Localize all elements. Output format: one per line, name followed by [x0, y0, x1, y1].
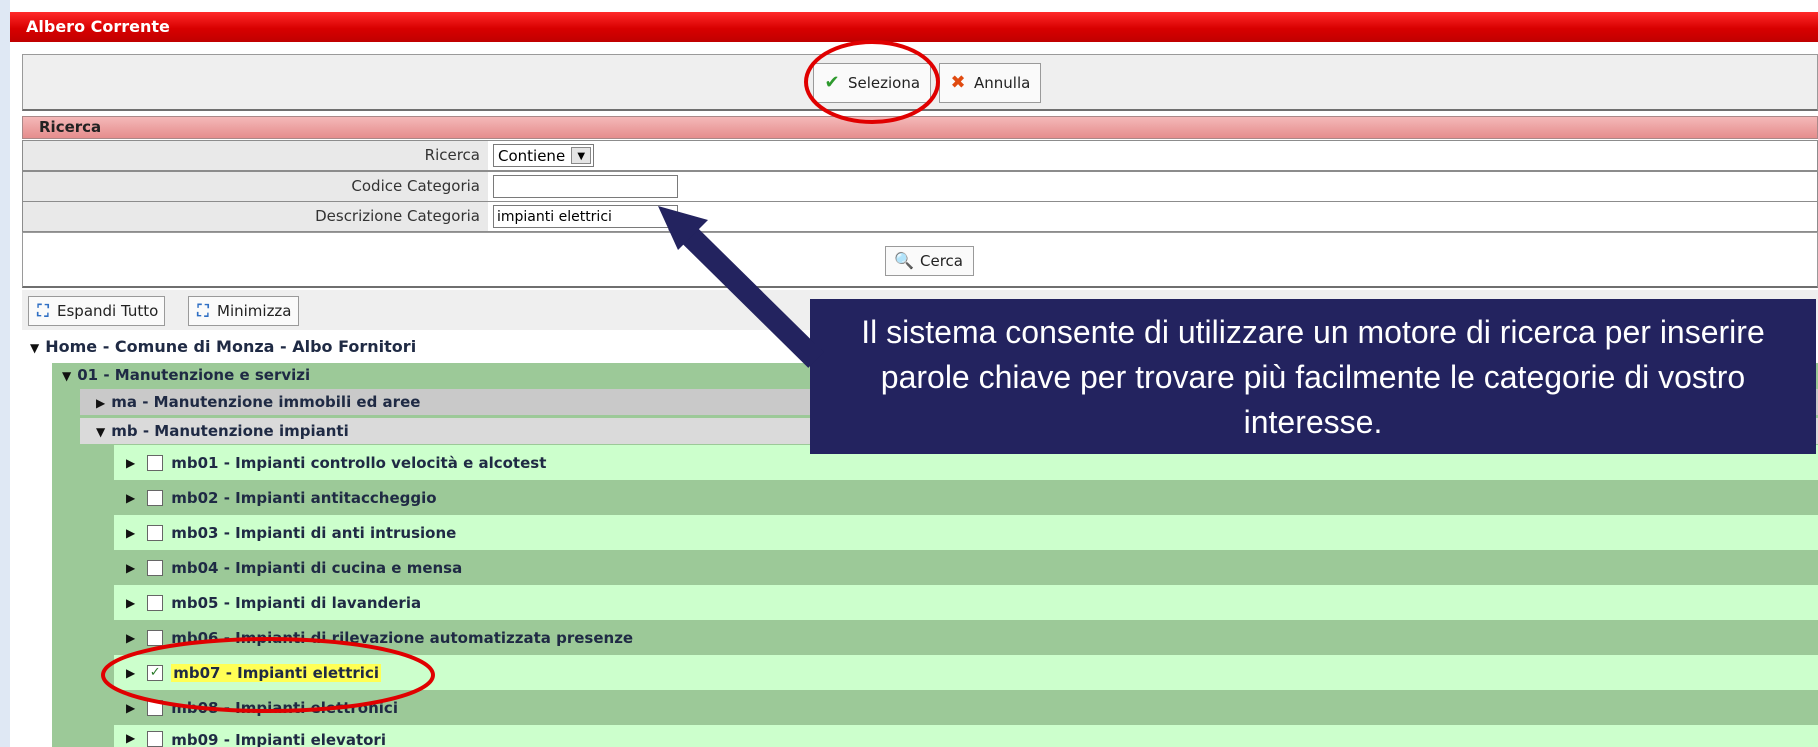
expand-all-button[interactable]: ⛶ Espandi Tutto — [28, 296, 166, 326]
tree-item-mb09[interactable]: ▶ mb09 - Impianti elevatori — [114, 725, 1818, 747]
collapse-all-label: Minimizza — [217, 302, 292, 320]
category-description-input[interactable] — [493, 205, 678, 228]
caret-right-icon[interactable]: ▶ — [126, 561, 135, 575]
window-title: Albero Corrente — [10, 12, 1818, 42]
search-section-header: Ricerca — [22, 116, 1818, 139]
checkbox[interactable] — [147, 731, 164, 747]
search-button-bar: 🔍 Cerca — [22, 232, 1818, 288]
caret-right-icon[interactable]: ▶ — [126, 631, 135, 645]
tree-level1-label: 01 - Manutenzione e servizi — [77, 366, 311, 384]
caret-down-icon[interactable]: ▼ — [62, 369, 71, 383]
checkmark-icon: ✔ — [824, 72, 840, 93]
select-button[interactable]: ✔ Seleziona — [813, 63, 932, 103]
caret-right-icon[interactable]: ▶ — [126, 701, 135, 715]
tree-item-label: mb08 - Impianti elettronici — [171, 698, 398, 717]
select-button-label: Seleziona — [848, 74, 921, 92]
tree-item-mb02[interactable]: ▶ mb02 - Impianti antitaccheggio — [114, 480, 1818, 515]
caret-down-icon[interactable]: ▼ — [30, 341, 39, 355]
search-mode-value: Contiene — [498, 146, 566, 165]
search-mode-label: Ricerca — [23, 141, 488, 170]
expand-all-label: Espandi Tutto — [57, 302, 159, 320]
explanatory-callout: Il sistema consente di utilizzare un mot… — [810, 299, 1816, 454]
caret-right-icon[interactable]: ▶ — [126, 596, 135, 610]
tree-item-label: mb06 - Impianti di rilevazione automatiz… — [171, 628, 634, 647]
checkbox[interactable] — [147, 699, 164, 716]
tree-item-mb08[interactable]: ▶ mb08 - Impianti elettronici — [114, 690, 1818, 725]
checkbox[interactable] — [147, 489, 164, 506]
checkbox[interactable] — [147, 454, 164, 471]
caret-right-icon[interactable]: ▶ — [126, 526, 135, 540]
tree-item-label: mb02 - Impianti antitaccheggio — [171, 488, 437, 507]
expand-icon: ⛶ — [37, 301, 49, 320]
tree-group-label: mb - Manutenzione impianti — [111, 422, 349, 440]
search-button-label: Cerca — [920, 252, 963, 270]
checkbox[interactable] — [147, 559, 164, 576]
caret-right-icon[interactable]: ▶ — [126, 666, 135, 680]
close-icon: ✖ — [950, 72, 966, 93]
category-code-label: Codice Categoria — [23, 172, 488, 201]
search-button[interactable]: 🔍 Cerca — [885, 246, 974, 276]
category-code-input[interactable] — [493, 175, 678, 198]
tree-root-label: Home - Comune di Monza - Albo Fornitori — [45, 337, 417, 356]
tree-item-mb03[interactable]: ▶ mb03 - Impianti di anti intrusione — [114, 515, 1818, 550]
checkbox[interactable] — [147, 524, 164, 541]
tree-item-label: mb03 - Impianti di anti intrusione — [171, 523, 457, 542]
caret-down-icon[interactable]: ▼ — [96, 419, 105, 445]
tree-item-mb04[interactable]: ▶ mb04 - Impianti di cucina e mensa — [114, 550, 1818, 585]
tree-level1-node[interactable]: ▼ 01 - Manutenzione e servizi — [62, 366, 310, 384]
caret-right-icon[interactable]: ▶ — [126, 456, 135, 470]
caret-right-icon[interactable]: ▶ — [96, 390, 105, 416]
tree-root[interactable]: ▼ Home - Comune di Monza - Albo Fornitori — [30, 337, 416, 356]
chevron-down-icon[interactable]: ▼ — [571, 147, 592, 164]
cancel-button[interactable]: ✖ Annulla — [939, 63, 1042, 103]
caret-right-icon[interactable]: ▶ — [126, 731, 135, 745]
action-toolbar: ✔ Seleziona ✖ Annulla — [22, 54, 1818, 111]
tree-item-label: mb05 - Impianti di lavanderia — [171, 593, 422, 612]
collapse-all-button[interactable]: ⛶ Minimizza — [188, 296, 299, 326]
tree-item-mb06[interactable]: ▶ mb06 - Impianti di rilevazione automati… — [114, 620, 1818, 655]
search-mode-select[interactable]: Contiene ▼ — [493, 144, 595, 167]
tree-item-label: mb09 - Impianti elevatori — [171, 731, 386, 747]
search-mode-row: Ricerca Contiene ▼ — [22, 140, 1818, 171]
category-code-row: Codice Categoria — [22, 171, 1818, 202]
tree-group-label: ma - Manutenzione immobili ed aree — [111, 393, 421, 411]
category-description-row: Descrizione Categoria — [22, 201, 1818, 232]
checkbox[interactable] — [147, 629, 164, 646]
checkbox-checked[interactable]: ✓ — [147, 664, 164, 681]
tree-item-mb07[interactable]: ▶ ✓ mb07 - Impianti elettrici — [114, 655, 1818, 690]
magnifier-icon: 🔍 — [894, 251, 914, 270]
collapse-icon: ⛶ — [197, 301, 209, 320]
left-border-strip — [0, 0, 10, 747]
tree-item-label: mb01 - Impianti controllo velocità e alc… — [171, 453, 547, 472]
caret-right-icon[interactable]: ▶ — [126, 491, 135, 505]
checkbox[interactable] — [147, 594, 164, 611]
category-description-label: Descrizione Categoria — [23, 202, 488, 231]
tree-item-label-highlighted: mb07 - Impianti elettrici — [171, 663, 381, 682]
tree-item-label: mb04 - Impianti di cucina e mensa — [171, 558, 463, 577]
cancel-button-label: Annulla — [974, 74, 1031, 92]
tree-item-mb05[interactable]: ▶ mb05 - Impianti di lavanderia — [114, 585, 1818, 620]
